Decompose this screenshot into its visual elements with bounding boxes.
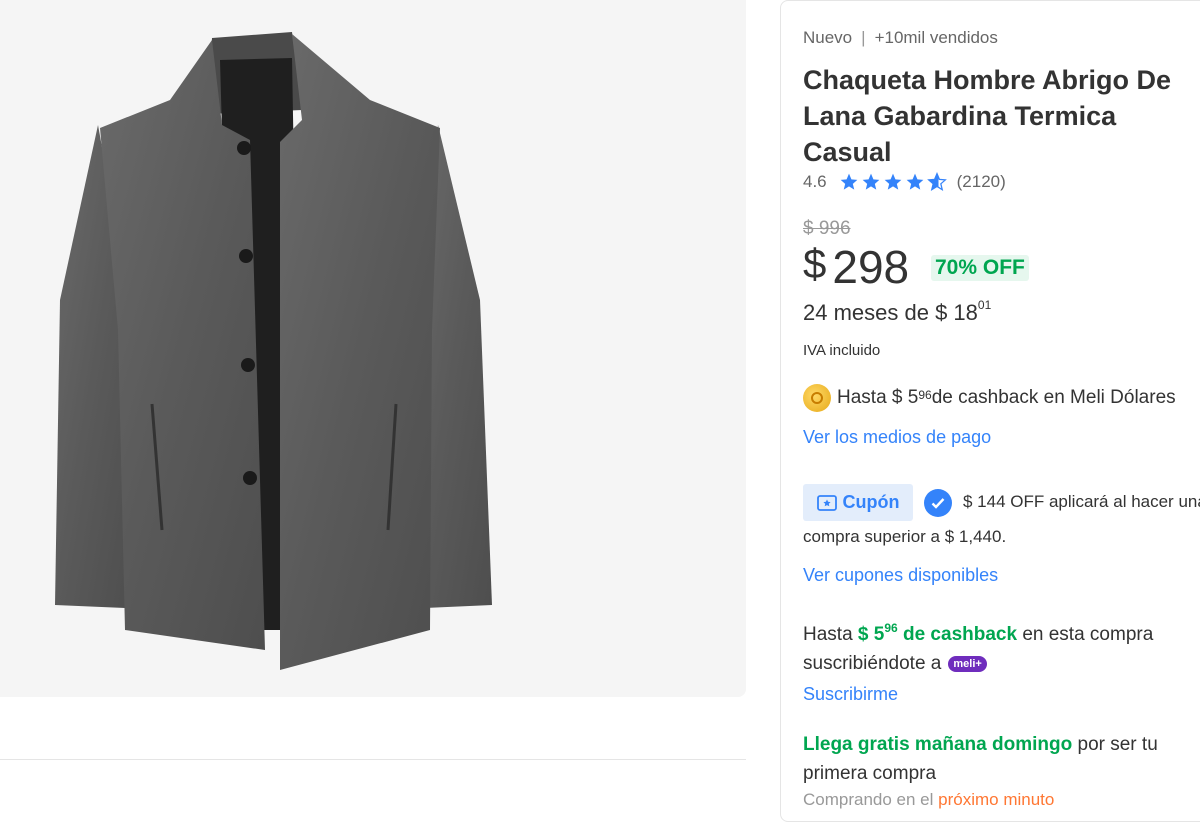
meli-plus-amount-value: $ 5: [857, 624, 885, 645]
meli-plus-amount-suffix: de cashback: [897, 624, 1018, 645]
installments-cents: 01: [977, 298, 992, 312]
coupon-ticket-icon: [816, 494, 837, 511]
shipping-info: Llega gratis mañana domingo por ser tu: [803, 734, 1158, 756]
star-full-icon: [906, 173, 923, 190]
subscribe-link[interactable]: Suscribirme: [803, 684, 898, 705]
shipping-rest: por ser tu: [1072, 734, 1158, 755]
coupon-button[interactable]: Cupón: [803, 484, 913, 521]
coupon-description-2: compra superior a $ 1,440.: [803, 527, 1007, 546]
star-full-icon: [884, 173, 901, 190]
rating-row[interactable]: 4.6 (2120): [803, 172, 1006, 192]
shipping-line3: Comprando en el próximo minuto: [803, 790, 1054, 810]
separator: |: [861, 28, 866, 47]
current-price: $298: [803, 240, 909, 294]
rating-stars: [839, 172, 947, 192]
meli-dollar-coin-icon: [803, 384, 831, 412]
meli-plus-subscribe-text: suscribiéndote a meli+: [803, 653, 987, 675]
meli-plus-logo: meli+: [948, 656, 987, 672]
price-currency: $: [803, 240, 827, 287]
shipping-line3-prefix: Comprando en el: [803, 790, 939, 809]
installments: 24 meses de $ 1801: [803, 298, 992, 326]
payment-methods-link[interactable]: Ver los medios de pago: [803, 427, 991, 448]
installments-text: 24 meses de $ 18: [803, 300, 978, 325]
product-gallery: [0, 0, 746, 697]
shipping-line3-highlight: próximo minuto: [938, 790, 1055, 809]
shipping-highlight: Llega gratis mañana domingo: [803, 734, 1073, 755]
gallery-divider: [0, 759, 746, 760]
star-half-icon: [926, 172, 947, 192]
meli-plus-cashback: Hasta $ 596 de cashback en esta compra: [803, 621, 1154, 646]
coupon-description: $ 144 OFF aplicará al hacer una: [963, 492, 1200, 511]
meli-plus-cents: 96: [884, 621, 898, 635]
meli-plus-line2: suscribiéndote a: [803, 653, 942, 674]
cashback-cents: 96: [918, 388, 932, 402]
meli-plus-prefix: Hasta: [803, 624, 858, 645]
meli-plus-suffix: en esta compra: [1017, 624, 1154, 645]
check-icon: [924, 489, 952, 517]
price-amount: 298: [832, 241, 910, 293]
tax-note: IVA incluido: [803, 342, 881, 359]
star-full-icon: [840, 173, 857, 190]
cashback-prefix: Hasta $ 5: [837, 387, 919, 408]
view-coupons-link[interactable]: Ver cupones disponibles: [803, 565, 998, 586]
sold-count: +10mil vendidos: [874, 28, 998, 47]
coupon-label: Cupón: [842, 492, 900, 512]
product-title: Chaqueta Hombre Abrigo De Lana Gabardina…: [803, 65, 1172, 167]
meli-plus-amount: $ 596 de cashback: [857, 621, 1018, 645]
shipping-line2: primera compra: [803, 763, 937, 784]
discount-badge: 70% OFF: [931, 255, 1029, 281]
cashback-suffix: de cashback en Meli Dólares: [931, 387, 1176, 408]
cashback-row: Hasta $ 5 96 de cashback en Meli Dólares: [803, 384, 1176, 412]
product-subtitle: Nuevo | +10mil vendidos: [803, 28, 998, 48]
product-image[interactable]: [40, 30, 510, 670]
original-price: $ 996: [803, 218, 851, 239]
condition-label: Nuevo: [803, 28, 853, 47]
star-full-icon: [862, 173, 879, 190]
review-count: (2120): [956, 172, 1006, 191]
rating-value: 4.6: [803, 172, 827, 191]
